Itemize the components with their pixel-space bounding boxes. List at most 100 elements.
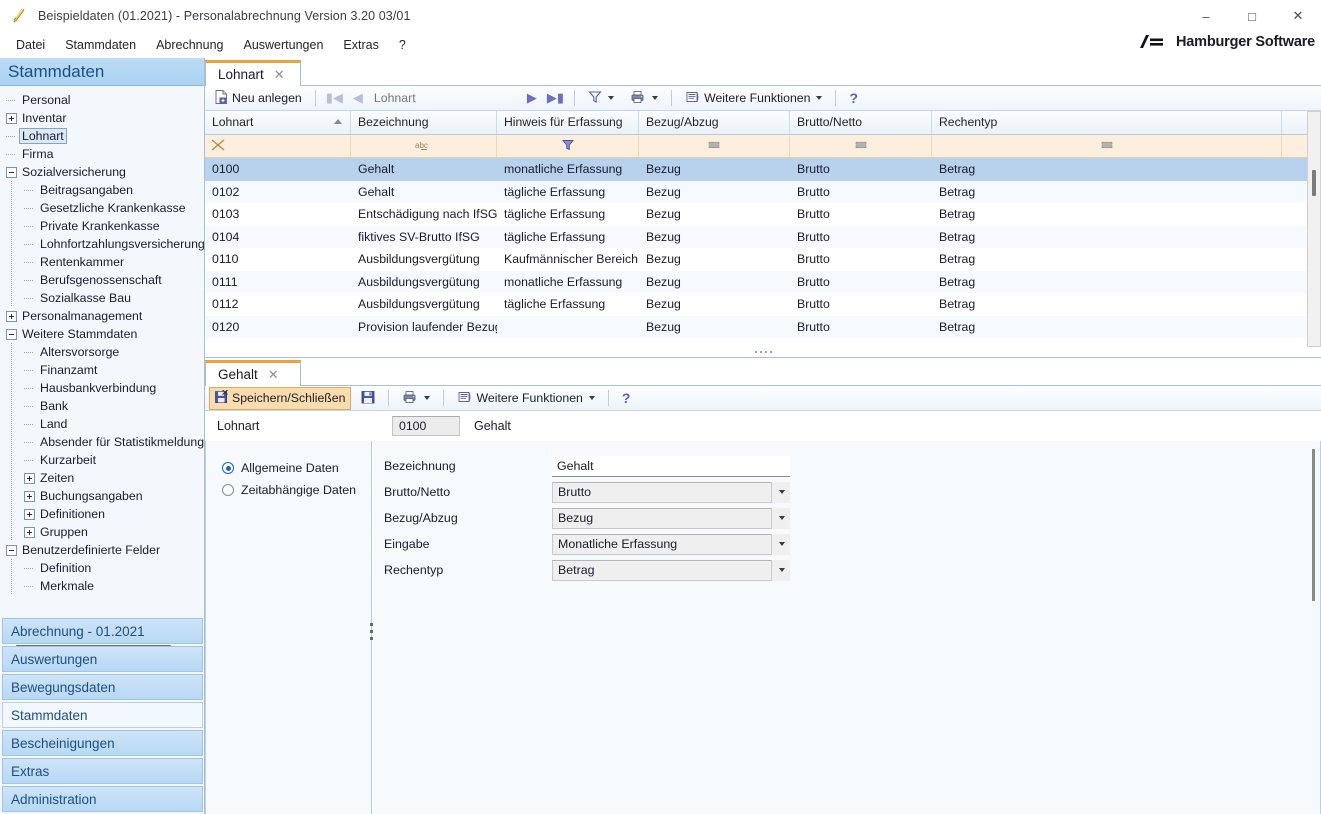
menu-item-datei[interactable]: Datei [6, 35, 55, 55]
tree-item-benutzerdefinierte-felder[interactable]: Benutzerdefinierte Felder [0, 541, 205, 559]
maximize-button[interactable]: □ [1229, 0, 1275, 32]
scroll-thumb[interactable] [1312, 170, 1316, 196]
nav-button-stammdaten[interactable]: Stammdaten [2, 702, 203, 728]
table-row[interactable]: 0120 Provision laufender Bezug Bezug Brutto… [205, 315, 1321, 338]
chevron-down-icon[interactable] [652, 96, 659, 100]
collapse-icon[interactable] [6, 544, 17, 556]
navigation-tree[interactable]: Personal Inventar Lohnart Firma Sozialversic… [0, 87, 205, 652]
chevron-down-icon[interactable] [608, 96, 615, 100]
tree-item-bank[interactable]: Bank [0, 397, 205, 415]
radio-zeitabhaengige-daten[interactable]: Zeitabhängige Daten [222, 479, 366, 501]
tree-item-definitionen[interactable]: Definitionen [0, 505, 205, 523]
expand-icon[interactable] [24, 490, 35, 502]
chevron-down-icon[interactable] [771, 507, 790, 529]
save-close-button[interactable]: Speichern/Schließen [209, 386, 352, 410]
radio-allgemeine-daten[interactable]: Allgemeine Daten [222, 457, 366, 479]
lohnart-id-field[interactable]: 0100 [392, 416, 460, 436]
table-row[interactable]: 0112 Ausbildungsvergütung tägliche Erfassu… [205, 293, 1321, 316]
chevron-down-icon[interactable] [771, 481, 790, 503]
filter-cell-lohnart[interactable] [205, 135, 351, 157]
help-button[interactable]: ? [616, 387, 637, 409]
print-preview-button[interactable] [624, 87, 664, 110]
chevron-down-icon[interactable] [771, 559, 790, 581]
menu-item-extras[interactable]: Extras [333, 35, 388, 55]
print-preview-button[interactable] [396, 387, 436, 410]
close-icon[interactable]: ✕ [274, 67, 285, 83]
expand-icon[interactable] [6, 112, 17, 124]
tree-item-absender-f-r-statistikmeldung[interactable]: Absender für Statistikmeldung [0, 433, 205, 451]
chevron-down-icon[interactable] [771, 533, 790, 555]
collapse-icon[interactable] [6, 328, 17, 340]
select-bezug-abzug[interactable]: Bezug [552, 507, 790, 529]
more-functions-button[interactable]: Weitere Funktionen [451, 387, 600, 410]
previous-record-icon[interactable]: ◀ [350, 90, 366, 106]
tree-item-personal[interactable]: Personal [0, 91, 205, 109]
scroll-thumb[interactable] [1312, 449, 1315, 601]
menu-item-stammdaten[interactable]: Stammdaten [55, 35, 146, 55]
column-header-hinweis-f-r-erfassung[interactable]: Hinweis für Erfassung [497, 111, 639, 134]
tree-item-kurzarbeit[interactable]: Kurzarbeit [0, 451, 205, 469]
tree-item-berufsgenossenschaft[interactable]: Berufsgenossenschaft [0, 271, 205, 289]
nav-button-abrechnung-01-2021[interactable]: Abrechnung - 01.2021 [2, 618, 203, 644]
collapse-icon[interactable] [6, 166, 17, 178]
detail-vertical-scrollbar[interactable] [1308, 447, 1318, 814]
tree-item-finanzamt[interactable]: Finanzamt [0, 361, 205, 379]
equals-icon[interactable] [1100, 139, 1114, 154]
column-header-rechentyp[interactable]: Rechentyp [932, 111, 1282, 134]
panel-splitter-horizontal[interactable] [205, 347, 1321, 357]
tree-item-inventar[interactable]: Inventar [0, 109, 205, 127]
tree-item-sozialkasse-bau[interactable]: Sozialkasse Bau [0, 289, 205, 307]
save-button[interactable] [355, 387, 381, 410]
table-row[interactable]: 0110 Ausbildungsvergütung Kaufmännischer B… [205, 248, 1321, 271]
help-button[interactable]: ? [843, 87, 864, 109]
tree-item-buchungsangaben[interactable]: Buchungsangaben [0, 487, 205, 505]
funnel-icon[interactable] [561, 138, 575, 155]
tree-item-sozialversicherung[interactable]: Sozialversicherung [0, 163, 205, 181]
filter-cell-bezeichnung[interactable]: abc [351, 135, 497, 157]
expand-icon[interactable] [24, 508, 35, 520]
abc-icon[interactable]: abc [415, 139, 433, 154]
close-icon[interactable]: ✕ [268, 367, 279, 383]
panel-splitter-vertical[interactable] [366, 441, 376, 814]
menu-item-abrechnung[interactable]: Abrechnung [146, 35, 233, 55]
expand-icon[interactable] [24, 472, 35, 484]
menu-item-help[interactable]: ? [389, 35, 416, 55]
nav-button-bewegungsdaten[interactable]: Bewegungsdaten [2, 674, 203, 700]
equals-icon[interactable] [707, 139, 721, 154]
filter-cell-brutto-netto[interactable] [790, 135, 932, 157]
close-button[interactable]: ✕ [1275, 0, 1321, 32]
filter-cell-rechentyp[interactable] [932, 135, 1282, 157]
last-record-icon[interactable]: ▶▮ [544, 90, 567, 106]
expand-icon[interactable] [24, 526, 35, 538]
tree-item-merkmale[interactable]: Merkmale [0, 577, 205, 595]
column-header-bezeichnung[interactable]: Bezeichnung [351, 111, 497, 134]
tree-item-private-krankenkasse[interactable]: Private Krankenkasse [0, 217, 205, 235]
select-rechentyp[interactable]: Betrag [552, 559, 790, 581]
select-eingabe[interactable]: Monatliche Erfassung [552, 533, 790, 555]
filter-cell-hinweis-f-r-erfassung[interactable] [497, 135, 639, 157]
nav-button-bescheinigungen[interactable]: Bescheinigungen [2, 730, 203, 756]
filter-button[interactable] [582, 87, 620, 110]
tree-item-definition[interactable]: Definition [0, 559, 205, 577]
select-brutto-netto[interactable]: Brutto [552, 481, 790, 503]
chevron-down-icon[interactable] [424, 396, 431, 400]
new-record-button[interactable]: Neu anlegen [209, 87, 308, 110]
tab-gehalt[interactable]: Gehalt ✕ [205, 360, 301, 386]
input-bezeichnung[interactable] [552, 455, 790, 477]
table-row[interactable]: 0102 Gehalt tägliche Erfassung Bezug Brutto B… [205, 180, 1321, 203]
tree-item-weitere-stammdaten[interactable]: Weitere Stammdaten [0, 325, 205, 343]
grid-filter-row[interactable]: abc [205, 135, 1321, 158]
nav-button-administration[interactable]: Administration [2, 786, 203, 812]
filter-cell-bezug-abzug[interactable] [639, 135, 790, 157]
tree-item-land[interactable]: Land [0, 415, 205, 433]
chevron-down-icon[interactable] [588, 396, 595, 400]
equals-icon[interactable] [854, 139, 868, 154]
tree-item-personalmanagement[interactable]: Personalmanagement [0, 307, 205, 325]
table-row[interactable]: 0100 Gehalt monatliche Erfassung Bezug Brutt… [205, 158, 1321, 181]
column-header-brutto-netto[interactable]: Brutto/Netto [790, 111, 932, 134]
record-search-input[interactable] [369, 89, 520, 107]
clear-filter-icon[interactable] [211, 138, 225, 155]
table-row[interactable]: 0103 Entschädigung nach IfSG tägliche Erfa… [205, 203, 1321, 226]
table-row[interactable]: 0104 fiktives SV-Brutto IfSG tägliche Erfa… [205, 225, 1321, 248]
more-functions-button[interactable]: Weitere Funktionen [679, 87, 828, 110]
